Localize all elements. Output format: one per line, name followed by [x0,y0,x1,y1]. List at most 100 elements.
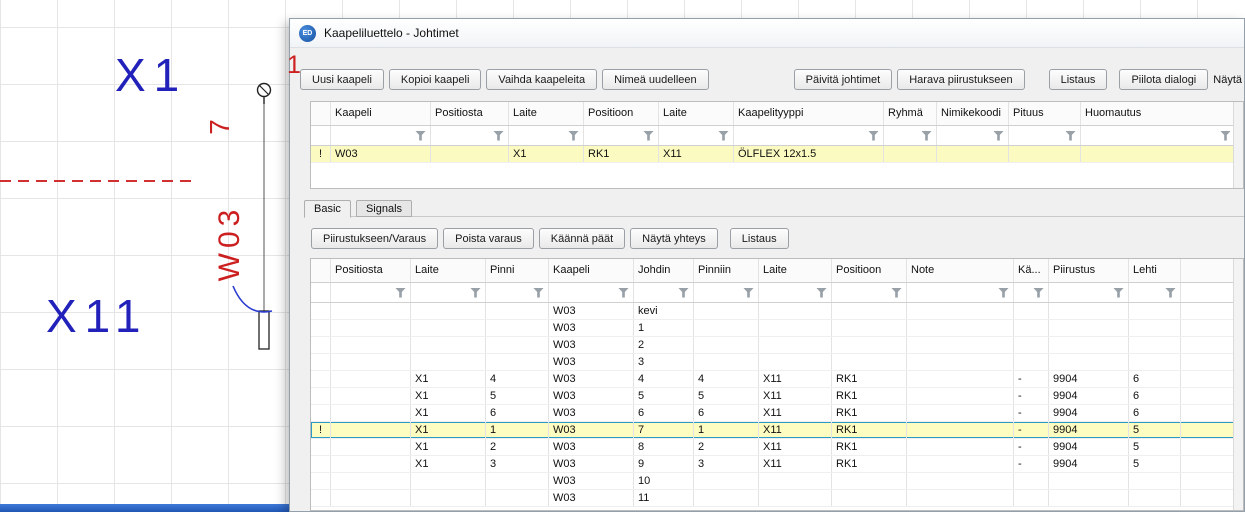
copy-cable-button[interactable]: Kopioi kaapeli [389,69,482,90]
column-header[interactable]: Positioon [584,102,659,125]
filter-funnel-icon[interactable] [470,288,481,298]
column-header[interactable]: Lehti [1129,259,1181,282]
table-row[interactable]: X13W0393X11RK1-99045 [311,456,1243,473]
filter-cell[interactable] [549,283,634,302]
filter-funnel-icon[interactable] [868,131,879,141]
column-header[interactable]: Kaapeli [331,102,431,125]
column-header[interactable]: Positiosta [331,259,411,282]
column-header[interactable]: Laite [411,259,486,282]
filter-cell[interactable] [486,283,549,302]
filter-funnel-icon[interactable] [891,288,902,298]
filter-funnel-icon[interactable] [568,131,579,141]
new-cable-button[interactable]: Uusi kaapeli [300,69,384,90]
filter-cell[interactable] [331,126,431,145]
table-row[interactable]: W033 [311,354,1243,371]
to-drawing-reserve-button[interactable]: Piirustukseen/Varaus [311,228,438,249]
filter-funnel-icon[interactable] [993,131,1004,141]
table-row[interactable]: W0311 [311,490,1243,507]
filter-cell[interactable] [509,126,584,145]
filter-cell[interactable] [1009,126,1081,145]
cables-grid-scrollbar[interactable] [1233,102,1243,188]
filter-funnel-icon[interactable] [1220,131,1231,141]
cell: RK1 [584,146,659,162]
tab-basic[interactable]: Basic [304,200,351,218]
filter-funnel-icon[interactable] [718,131,729,141]
filter-funnel-icon[interactable] [415,131,426,141]
column-header[interactable]: Nimikekoodi [937,102,1009,125]
filter-cell[interactable] [634,283,694,302]
filter-cell[interactable] [734,126,884,145]
filter-funnel-icon[interactable] [1113,288,1124,298]
column-header[interactable]: Piirustus [1049,259,1129,282]
column-header[interactable]: Kä... [1014,259,1049,282]
table-row[interactable]: X14W0344X11RK1-99046 [311,371,1243,388]
column-header[interactable]: Ryhmä [884,102,937,125]
column-header[interactable]: Positioon [832,259,907,282]
filter-cell[interactable] [1049,283,1129,302]
listing-button[interactable]: Listaus [1049,69,1108,90]
column-header[interactable]: Kaapeli [549,259,634,282]
column-header[interactable]: Pinniin [694,259,759,282]
filter-cell[interactable] [832,283,907,302]
filter-cell[interactable] [411,283,486,302]
filter-funnel-icon[interactable] [678,288,689,298]
table-row[interactable]: X12W0382X11RK1-99045 [311,439,1243,456]
filter-funnel-icon[interactable] [921,131,932,141]
column-header[interactable]: Note [907,259,1014,282]
column-header[interactable]: Kaapelityyppi [734,102,884,125]
hide-dialog-button[interactable]: Piilota dialogi [1119,69,1208,90]
show-connection-button[interactable]: Näytä yhteys [630,228,718,249]
column-header[interactable]: Positiosta [431,102,509,125]
swap-cables-button[interactable]: Vaihda kaapeleita [486,69,597,90]
filter-cell[interactable] [759,283,832,302]
column-header[interactable]: Laite [759,259,832,282]
rake-to-drawing-button[interactable]: Harava piirustukseen [897,69,1024,90]
filter-funnel-icon[interactable] [533,288,544,298]
table-row[interactable]: W0310 [311,473,1243,490]
column-header[interactable]: Pinni [486,259,549,282]
tab-signals[interactable]: Signals [356,200,412,217]
column-header[interactable]: Pituus [1009,102,1081,125]
filter-funnel-icon[interactable] [643,131,654,141]
filter-cell[interactable] [1129,283,1181,302]
wires-grid-scrollbar[interactable] [1233,259,1243,510]
filter-cell[interactable] [431,126,509,145]
filter-cell[interactable] [584,126,659,145]
update-wires-button[interactable]: Päivitä johtimet [794,69,893,90]
rename-button[interactable]: Nimeä uudelleen [602,69,709,90]
filter-funnel-icon[interactable] [816,288,827,298]
flip-ends-button[interactable]: Käännä päät [539,228,625,249]
filter-funnel-icon[interactable] [493,131,504,141]
column-header[interactable]: Johdin [634,259,694,282]
filter-funnel-icon[interactable] [395,288,406,298]
remove-reserve-button[interactable]: Poista varaus [443,228,534,249]
filter-funnel-icon[interactable] [1065,131,1076,141]
filter-cell[interactable] [907,283,1014,302]
filter-cell[interactable] [331,283,411,302]
filter-cell[interactable] [659,126,734,145]
filter-cell[interactable] [937,126,1009,145]
filter-funnel-icon[interactable] [1033,288,1044,298]
table-row[interactable]: !W03X1RK1X11ÖLFLEX 12x1.5 [311,146,1243,163]
filter-funnel-icon[interactable] [998,288,1009,298]
filter-cell[interactable] [694,283,759,302]
filter-funnel-icon[interactable] [1165,288,1176,298]
table-row[interactable]: W031 [311,320,1243,337]
taskbar[interactable] [0,504,290,512]
cell [331,303,411,319]
filter-cell[interactable] [1014,283,1049,302]
filter-cell[interactable] [884,126,937,145]
column-header[interactable]: Huomautus [1081,102,1236,125]
table-row[interactable]: W03kevi [311,303,1243,320]
column-header[interactable]: Laite [659,102,734,125]
column-header[interactable]: Laite [509,102,584,125]
table-row[interactable]: X16W0366X11RK1-99046 [311,405,1243,422]
table-row[interactable]: !X11W0371X11RK1-99045 [311,422,1243,439]
dialog-titlebar[interactable]: ED Kaapeliluettelo - Johtimet [290,19,1244,48]
filter-funnel-icon[interactable] [618,288,629,298]
filter-cell[interactable] [1081,126,1236,145]
table-row[interactable]: W032 [311,337,1243,354]
table-row[interactable]: X15W0355X11RK1-99046 [311,388,1243,405]
filter-funnel-icon[interactable] [743,288,754,298]
listing2-button[interactable]: Listaus [730,228,789,249]
